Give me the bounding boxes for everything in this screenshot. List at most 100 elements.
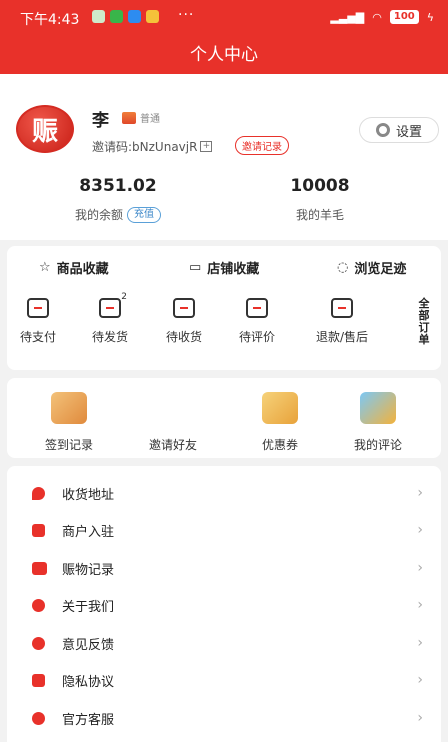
invite-friends[interactable]: 邀请好友 — [119, 392, 227, 453]
menu-item-feedback[interactable]: 意见反馈 › — [7, 624, 441, 662]
status-time: 下午4:43 — [20, 12, 80, 28]
menu-item-address[interactable]: 收货地址 › — [7, 474, 441, 512]
menu-item-label: 收货地址 — [62, 487, 115, 503]
headset-icon — [32, 711, 45, 725]
order-refund-label: 退款/售后 — [315, 330, 369, 344]
status-app-icons — [92, 10, 159, 23]
balance-label-row: 我的余额 充值 — [38, 206, 198, 223]
wallet-icon — [27, 298, 49, 318]
chat-bubbles-icon — [360, 392, 396, 424]
status-right: ▂▃▅▇ ◠ 100 ϟ — [330, 10, 434, 24]
balance-label: 我的余额 — [74, 208, 123, 222]
chevron-right-icon: › — [417, 560, 423, 576]
chevron-right-icon: › — [417, 485, 423, 501]
truck-icon — [173, 298, 195, 318]
order-refund[interactable]: 退款/售后 — [302, 298, 382, 345]
wool-stat[interactable]: 10008 我的羊毛 — [240, 176, 400, 223]
all-orders-link[interactable]: 全部订单 — [417, 298, 431, 346]
location-pin-icon — [32, 486, 45, 500]
chevron-right-icon: › — [417, 672, 423, 688]
services-card: 签到记录 邀请好友 优惠券 我的评论 — [7, 378, 441, 458]
copy-icon[interactable]: + — [200, 141, 213, 152]
invite-code-text: 邀请码:bNzUnavjR — [92, 140, 198, 154]
menu-item-label: 意见反馈 — [62, 637, 115, 653]
menu-item-merchant[interactable]: 商户入驻 › — [7, 511, 441, 549]
orders-card: ☆ 商品收藏 ▭ 店铺收藏 ◌ 浏览足迹 待支付 2 待发货 待收货 待评价 退… — [7, 246, 441, 370]
menu-item-label: 赈物记录 — [62, 562, 115, 578]
clipboard-icon — [51, 392, 87, 424]
recharge-button[interactable]: 充值 — [127, 206, 161, 223]
refund-icon — [331, 298, 353, 318]
order-to-pay[interactable]: 待支付 — [6, 298, 70, 345]
order-to-review-label: 待评价 — [238, 330, 275, 344]
tab-shop-favorites[interactable]: ▭ 店铺收藏 — [189, 258, 259, 277]
level-badge-icon — [122, 111, 136, 124]
chevron-right-icon: › — [417, 522, 423, 538]
comment-icon — [246, 298, 268, 318]
checkin-records-label: 签到记录 — [44, 438, 93, 452]
status-bar: 下午4:43 ··· ▂▃▅▇ ◠ 100 ϟ — [0, 0, 448, 34]
avatar[interactable]: 赈 — [16, 105, 74, 153]
chevron-right-icon: › — [417, 635, 423, 651]
signal-icon: ▂▃▅▇ — [330, 10, 365, 24]
wifi-icon: ◠ — [372, 10, 382, 24]
balance-stat[interactable]: 8351.02 我的余额 充值 — [38, 176, 198, 223]
alert-icon — [146, 10, 159, 23]
order-to-ship-label: 待发货 — [91, 330, 128, 344]
shop-icon: ▭ — [189, 260, 202, 275]
menu-item-donation-records[interactable]: 赈物记录 › — [7, 549, 441, 587]
menu-item-label: 商户入驻 — [62, 524, 115, 540]
settings-label: 设置 — [395, 124, 422, 140]
more-dots-icon: ··· — [178, 7, 195, 23]
profile-section: 赈 李 普通 邀请码:bNzUnavjR + 邀请记录 设置 8351.02 我… — [0, 74, 448, 240]
chevron-right-icon: › — [417, 710, 423, 726]
order-to-review[interactable]: 待评价 — [225, 298, 289, 345]
menu-item-about[interactable]: 关于我们 › — [7, 586, 441, 624]
donation-logo-icon — [32, 561, 47, 575]
footprint-icon: ◌ — [337, 260, 349, 275]
menu-item-privacy[interactable]: 隐私协议 › — [7, 661, 441, 699]
user-level: 普通 — [122, 110, 160, 125]
wool-label: 我的羊毛 — [295, 208, 344, 222]
invite-record-button[interactable]: 邀请记录 — [235, 136, 289, 155]
charging-icon: ϟ — [426, 10, 434, 24]
page-title: 个人中心 — [190, 45, 258, 65]
my-comments-label: 我的评论 — [353, 438, 402, 452]
star-icon: ☆ — [39, 260, 51, 275]
checkin-records[interactable]: 签到记录 — [15, 392, 123, 453]
tab-goods-favorites-label: 商品收藏 — [56, 262, 109, 277]
settings-button[interactable]: 设置 — [359, 117, 439, 143]
coupons[interactable]: 优惠券 — [226, 392, 334, 453]
order-to-receive[interactable]: 待收货 — [152, 298, 216, 345]
invite-icon — [155, 392, 191, 424]
menu-item-customer-service[interactable]: 官方客服 › — [7, 699, 441, 737]
info-icon — [32, 598, 45, 612]
document-icon — [32, 673, 45, 687]
coupons-label: 优惠券 — [261, 438, 298, 452]
gear-icon — [375, 123, 390, 137]
app-notification-icon — [110, 10, 123, 23]
order-to-ship-badge: 2 — [121, 292, 127, 302]
app-header: 下午4:43 ··· ▂▃▅▇ ◠ 100 ϟ 个人中心 — [0, 0, 448, 74]
balance-value: 8351.02 — [79, 176, 157, 196]
user-name: 李 — [92, 111, 109, 131]
favorites-tabs: ☆ 商品收藏 ▭ 店铺收藏 ◌ 浏览足迹 — [7, 258, 441, 278]
wool-value: 10008 — [290, 176, 350, 196]
menu-item-label: 官方客服 — [62, 712, 115, 728]
menu-list: 收货地址 › 商户入驻 › 赈物记录 › 关于我们 › 意见反馈 › 隐私协议 … — [7, 466, 441, 742]
order-to-ship[interactable]: 2 待发货 — [78, 292, 142, 345]
invite-code: 邀请码:bNzUnavjR + — [92, 138, 213, 155]
my-comments[interactable]: 我的评论 — [324, 392, 432, 453]
package-icon: 2 — [99, 292, 127, 318]
order-to-receive-label: 待收货 — [165, 330, 202, 344]
order-to-pay-label: 待支付 — [19, 330, 56, 344]
chevron-right-icon: › — [417, 597, 423, 613]
tab-goods-favorites[interactable]: ☆ 商品收藏 — [39, 258, 109, 277]
tab-history[interactable]: ◌ 浏览足迹 — [337, 258, 406, 277]
coupon-icon — [262, 392, 298, 424]
user-level-label: 普通 — [140, 114, 160, 125]
feedback-icon — [32, 636, 45, 650]
tab-history-label: 浏览足迹 — [354, 262, 407, 277]
invite-friends-label: 邀请好友 — [148, 438, 197, 452]
store-icon — [32, 523, 45, 537]
